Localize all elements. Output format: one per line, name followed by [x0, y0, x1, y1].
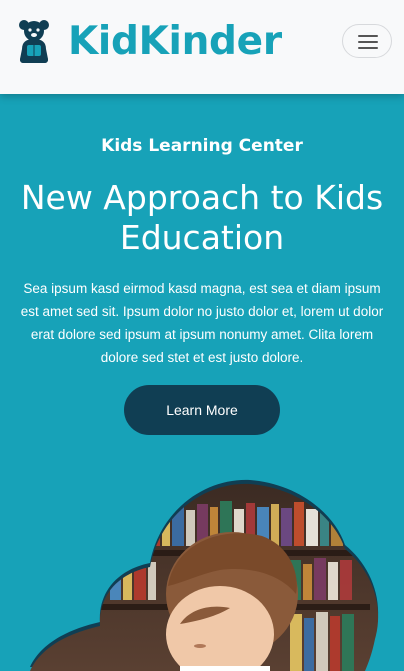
brand-name[interactable]: KidKinder [68, 19, 282, 65]
hero-section: Kids Learning Center New Approach to Kid… [0, 94, 404, 671]
child-reading-photo [30, 479, 379, 671]
learn-more-button[interactable]: Learn More [124, 385, 280, 435]
menu-toggle-button[interactable] [342, 24, 392, 58]
hero-subtitle: Kids Learning Center [101, 136, 303, 156]
hero-description: Sea ipsum kasd eirmod kasd magna, est se… [20, 281, 384, 365]
hero-title: New Approach to Kids Education [20, 178, 384, 257]
navbar: KidKinder [0, 0, 404, 94]
teddy-bear-icon[interactable] [17, 19, 51, 63]
